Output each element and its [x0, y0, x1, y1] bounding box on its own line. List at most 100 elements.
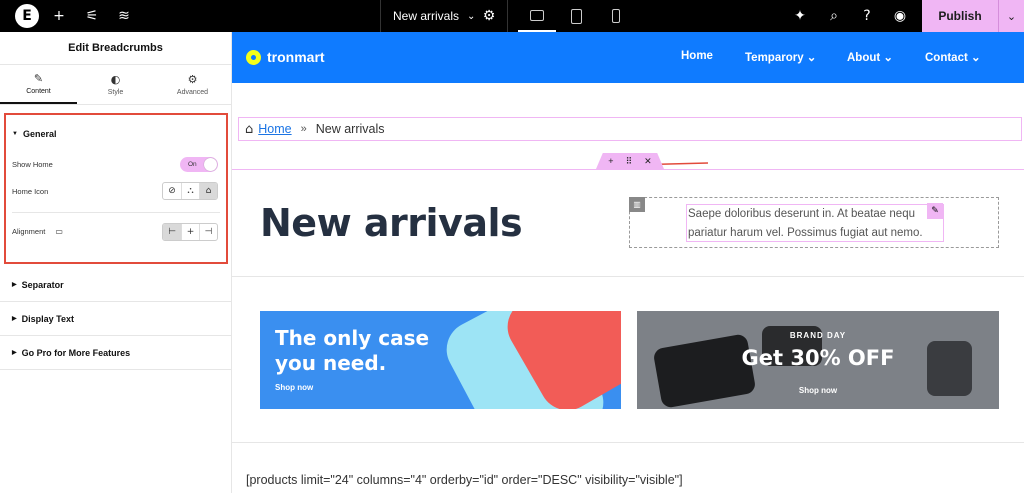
help-icon[interactable]: ?	[857, 6, 877, 26]
display-text-section-header[interactable]: ▶ Display Text	[0, 302, 231, 336]
section-title: General	[22, 129, 57, 139]
preview-eye-icon[interactable]: ◉	[890, 6, 910, 26]
text-column[interactable]: ▥ Saepe doloribus deserunt in. At beatae…	[629, 197, 999, 248]
editor-panel: Edit Breadcrumbs ✎ Content ◐ Style ⚙ Adv…	[0, 32, 232, 493]
general-section: ▼ General Show Home On Home Icon ⊘ ⛬ ⌂ A…	[4, 113, 228, 264]
nav-item-temparory[interactable]: Temparory ⌄	[745, 50, 816, 64]
nav-item-home[interactable]: Home	[681, 50, 713, 62]
paragraph-line: Saepe doloribus deserunt in. At beatae n…	[688, 208, 915, 220]
breadcrumb-home-link[interactable]: Home	[258, 122, 291, 136]
chevron-down-icon: ⌄	[971, 52, 981, 64]
banner-kicker: BRAND DAY	[789, 331, 847, 340]
caret-right-icon: ▶	[12, 350, 17, 356]
section-title: Separator	[21, 279, 64, 290]
add-section-icon[interactable]: +	[608, 156, 613, 166]
pencil-icon: ✎	[33, 72, 44, 85]
promo-banner-case[interactable]: The only case you need. Shop now	[260, 311, 621, 409]
desktop-responsive-icon[interactable]: ▭	[55, 227, 63, 236]
banner-title-line: you need.	[275, 351, 387, 375]
custom-icon-upload-icon[interactable]: ⛬	[181, 183, 199, 199]
divider	[232, 442, 1024, 443]
tab-label: Content	[26, 88, 51, 95]
banner-title-line: The only case	[275, 326, 430, 350]
divider	[232, 276, 1024, 277]
breadcrumb: ⌂ Home » New arrivals	[238, 117, 1022, 141]
editor-topbar: E + ⚟ ≋ New arrivals ⌄ ⚙ ✦ ⌕ ? ◉ Publish…	[0, 0, 1024, 32]
home-icon-choices: ⊘ ⛬ ⌂	[162, 182, 218, 200]
logo-mark-icon	[246, 49, 261, 65]
caret-right-icon: ▶	[12, 316, 17, 322]
caret-down-icon: ▼	[12, 131, 18, 137]
settings-sliders-icon[interactable]: ⚟	[82, 6, 102, 26]
breadcrumb-current: New arrivals	[315, 122, 385, 136]
paragraph-line: pariatur harum vel. Possimus fugiat aut …	[688, 227, 923, 239]
promo-banner-brand-day[interactable]: BRAND DAY Get 30% OFF Shop now	[637, 311, 999, 409]
toggle-state: On	[188, 161, 197, 168]
panel-tabs: ✎ Content ◐ Style ⚙ Advanced	[0, 65, 231, 105]
tab-content[interactable]: ✎ Content	[0, 65, 77, 104]
search-icon[interactable]: ⌕	[824, 6, 844, 26]
mobile-view-button[interactable]	[597, 0, 635, 32]
divider	[12, 212, 220, 213]
home-icon[interactable]: ⌂	[199, 183, 217, 199]
add-icon[interactable]: +	[49, 6, 69, 26]
chevron-down-icon: ⌄	[883, 52, 894, 64]
alignment-label-row: Alignment ▭	[12, 227, 63, 236]
alignment-choices: ⊢ + ⊣	[162, 223, 218, 241]
page-settings-gear-icon[interactable]: ⚙	[479, 6, 499, 26]
chevron-down-icon: ⌄	[806, 52, 817, 64]
site-header: tronmart Home Temparory ⌄ About ⌄ Contac…	[232, 32, 1024, 83]
align-center-icon[interactable]: +	[181, 224, 199, 240]
show-home-toggle[interactable]: On	[180, 157, 218, 172]
align-left-icon[interactable]: ⊢	[163, 224, 181, 240]
section-boundary	[232, 169, 1024, 170]
general-section-header[interactable]: ▼ General	[12, 129, 56, 139]
column-icon[interactable]: ▥	[629, 197, 645, 212]
go-pro-section-header[interactable]: ▶ Go Pro for More Features	[0, 336, 231, 370]
publish-button[interactable]: Publish	[922, 0, 998, 32]
alignment-label: Alignment	[12, 227, 46, 236]
nav-label: About	[847, 52, 881, 64]
text-editor-widget[interactable]: Saepe doloribus deserunt in. At beatae n…	[686, 204, 944, 242]
gear-icon: ⚙	[187, 73, 198, 86]
tab-label: Style	[107, 89, 124, 96]
chevron-down-icon: ⌄	[467, 10, 476, 22]
section-handle[interactable]: + ⠿ ✕	[596, 153, 664, 169]
close-icon[interactable]: ✕	[644, 156, 652, 167]
tab-label: Advanced	[176, 89, 209, 96]
home-icon[interactable]: ⌂	[245, 122, 253, 137]
none-icon[interactable]: ⊘	[163, 183, 181, 199]
brand-name: tronmart	[267, 49, 325, 65]
page-heading: New arrivals	[260, 201, 523, 245]
panel-title: Edit Breadcrumbs	[0, 32, 231, 65]
layers-icon[interactable]: ≋	[114, 6, 134, 26]
nav-label: Contact	[925, 52, 968, 64]
tablet-view-button[interactable]	[557, 0, 595, 32]
caret-right-icon: ▶	[12, 282, 17, 288]
show-home-label: Show Home	[12, 160, 53, 169]
banner-offer: Get 30% OFF	[741, 346, 895, 370]
banner-cta[interactable]: Shop now	[275, 383, 313, 392]
page-name: New arrivals	[393, 9, 460, 23]
edit-pencil-icon[interactable]: ✎	[927, 203, 943, 219]
charger-image	[652, 333, 757, 409]
align-right-icon[interactable]: ⊣	[199, 224, 217, 240]
notifications-icon[interactable]: ✦	[790, 6, 810, 26]
separator-section-header[interactable]: ▶ Separator	[0, 268, 231, 302]
products-shortcode: [products limit="24" columns="4" orderby…	[246, 473, 683, 487]
banner-title: The only case you need.	[275, 326, 429, 376]
toggle-knob	[204, 158, 217, 171]
nav-item-contact[interactable]: Contact ⌄	[925, 50, 981, 64]
drag-handle-icon[interactable]: ⠿	[626, 156, 633, 167]
publish-options-chevron-icon[interactable]: ⌄	[998, 0, 1024, 32]
half-circle-icon: ◐	[110, 73, 121, 86]
banner-cta[interactable]: Shop now	[637, 386, 999, 395]
nav-item-about[interactable]: About ⌄	[847, 50, 893, 64]
elementor-logo-icon[interactable]: E	[15, 4, 39, 28]
breadcrumb-separator: »	[300, 123, 307, 135]
tab-style[interactable]: ◐ Style	[77, 65, 154, 104]
desktop-view-button[interactable]	[518, 0, 556, 32]
tab-advanced[interactable]: ⚙ Advanced	[154, 65, 231, 104]
site-logo[interactable]: tronmart	[246, 49, 325, 65]
section-title: Display Text	[21, 313, 74, 324]
